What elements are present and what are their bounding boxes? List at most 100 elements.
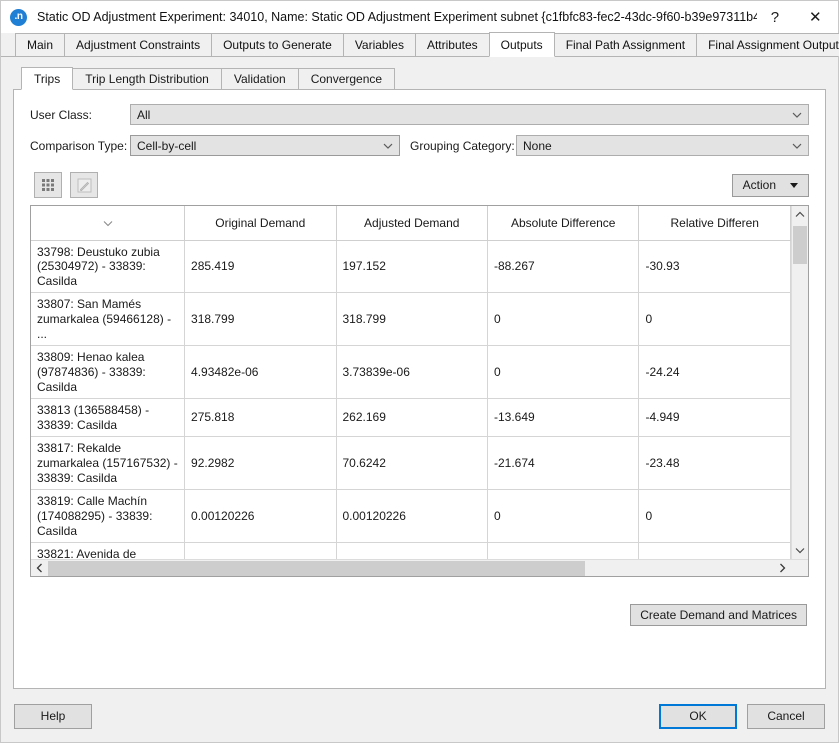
close-icon[interactable]: ✕: [793, 1, 838, 33]
cell-od-pair: 33807: San Mamés zumarkalea (59466128) -…: [31, 293, 185, 346]
table-row[interactable]: 33819: Calle Machín (174088295) - 33839:…: [31, 490, 791, 543]
dialog-footer: Help OK Cancel: [1, 689, 838, 742]
scroll-left-icon[interactable]: [31, 560, 48, 577]
create-demand-and-matrices-button[interactable]: Create Demand and Matrices: [630, 604, 807, 626]
subtab-trips[interactable]: Trips: [21, 67, 73, 90]
cell-relative-difference: -23.48: [639, 437, 791, 490]
od-matrix-table: Original Demand Adjusted Demand Absolute…: [31, 206, 791, 559]
cell-absolute-difference: -13.649: [487, 399, 638, 437]
ok-button[interactable]: OK: [659, 704, 737, 729]
user-class-select[interactable]: All: [130, 104, 809, 125]
cell-original-demand: 318.799: [185, 293, 336, 346]
horizontal-scroll-track[interactable]: [48, 560, 774, 577]
tab-adjustment-constraints[interactable]: Adjustment Constraints: [64, 33, 212, 56]
grid-body-row: Original Demand Adjusted Demand Absolute…: [31, 206, 808, 559]
table-row[interactable]: 33813 (136588458) - 33839: Casilda275.81…: [31, 399, 791, 437]
cell-absolute-difference: -21.674: [487, 437, 638, 490]
cell-relative-difference: -24.24: [639, 346, 791, 399]
grid-viewport: Original Demand Adjusted Demand Absolute…: [31, 206, 791, 559]
tab-final-assignment-outputs[interactable]: Final Assignment Outputs: [696, 33, 839, 56]
tab-outputs[interactable]: Outputs: [489, 32, 555, 57]
vertical-scrollbar[interactable]: [791, 206, 808, 559]
sub-tab-bar: Trips Trip Length Distribution Validatio…: [13, 67, 826, 89]
grouping-category-label: Grouping Category:: [410, 139, 516, 153]
cell-adjusted-demand: 70.6242: [336, 437, 487, 490]
column-header-original-demand[interactable]: Original Demand: [185, 206, 336, 240]
vertical-scroll-thumb[interactable]: [793, 226, 807, 264]
comparison-row: Comparison Type: Cell-by-cell Grouping C…: [30, 135, 809, 156]
grouping-category-select[interactable]: None: [516, 135, 809, 156]
chevron-down-icon: [792, 110, 801, 119]
scroll-up-icon[interactable]: [792, 206, 808, 223]
table-row[interactable]: 33807: San Mamés zumarkalea (59466128) -…: [31, 293, 791, 346]
comparison-type-label: Comparison Type:: [30, 139, 130, 153]
tab-outputs-to-generate[interactable]: Outputs to Generate: [211, 33, 344, 56]
subtab-validation[interactable]: Validation: [221, 68, 299, 89]
column-header-relative-difference[interactable]: Relative Differen: [639, 206, 791, 240]
grid-view-icon[interactable]: [34, 172, 62, 198]
cell-absolute-difference: 0: [487, 346, 638, 399]
dialog-window: .n Static OD Adjustment Experiment: 3401…: [0, 0, 839, 743]
window-title: Static OD Adjustment Experiment: 34010, …: [37, 10, 757, 24]
table-row[interactable]: 33817: Rekalde zumarkalea (157167532) - …: [31, 437, 791, 490]
chevron-down-icon: [103, 216, 113, 223]
cancel-button[interactable]: Cancel: [747, 704, 825, 729]
scrollbar-corner: [791, 560, 808, 577]
tab-variables[interactable]: Variables: [343, 33, 416, 56]
action-button-label: Action: [743, 178, 776, 192]
scroll-down-icon[interactable]: [792, 542, 808, 559]
chevron-down-icon: [792, 141, 801, 150]
cell-adjusted-demand: 0.00120226: [336, 490, 487, 543]
grid-toolbar: Action: [30, 172, 809, 198]
caret-down-icon: [790, 183, 798, 188]
column-header-absolute-difference[interactable]: Absolute Difference: [487, 206, 638, 240]
subtab-trip-length-distribution[interactable]: Trip Length Distribution: [72, 68, 222, 89]
horizontal-scroll-thumb[interactable]: [48, 561, 585, 576]
table-row[interactable]: 33809: Henao kalea (97874836) - 33839: C…: [31, 346, 791, 399]
user-class-row: User Class: All: [30, 104, 809, 125]
cell-od-pair: 33798: Deustuko zubia (25304972) - 33839…: [31, 240, 185, 293]
cell-adjusted-demand: 318.799: [336, 293, 487, 346]
scroll-right-icon[interactable]: [774, 560, 791, 577]
app-n-icon: .n: [10, 9, 27, 26]
help-button[interactable]: Help: [14, 704, 92, 729]
cell-original-demand: 92.2982: [185, 437, 336, 490]
table-header-row: Original Demand Adjusted Demand Absolute…: [31, 206, 791, 240]
cell-adjusted-demand: 3.73839e-06: [336, 346, 487, 399]
column-header-adjusted-demand[interactable]: Adjusted Demand: [336, 206, 487, 240]
table-row[interactable]: 33821: Avenida de Montevideo (228294883)…: [31, 543, 791, 559]
cell-absolute-difference: 0: [487, 490, 638, 543]
action-button[interactable]: Action: [732, 174, 809, 197]
edit-pencil-icon[interactable]: [70, 172, 98, 198]
cell-absolute-difference: 0: [487, 293, 638, 346]
subtab-convergence[interactable]: Convergence: [298, 68, 395, 89]
cell-relative-difference: 0: [639, 490, 791, 543]
trips-table: Original Demand Adjusted Demand Absolute…: [30, 205, 809, 577]
chevron-down-icon: [383, 141, 392, 150]
vertical-scroll-track[interactable]: [792, 223, 808, 542]
cell-original-demand: 0.00120226: [185, 490, 336, 543]
comparison-type-select[interactable]: Cell-by-cell: [130, 135, 400, 156]
help-icon[interactable]: ?: [757, 1, 793, 33]
outputs-page: Trips Trip Length Distribution Validatio…: [1, 57, 838, 689]
cell-od-pair: 33821: Avenida de Montevideo (228294883)…: [31, 543, 185, 559]
column-header-od[interactable]: [31, 206, 185, 240]
horizontal-scrollbar[interactable]: [31, 559, 808, 576]
cell-absolute-difference: -88.267: [487, 240, 638, 293]
tab-main[interactable]: Main: [15, 33, 65, 56]
table-body: 33798: Deustuko zubia (25304972) - 33839…: [31, 240, 791, 559]
table-row[interactable]: 33798: Deustuko zubia (25304972) - 33839…: [31, 240, 791, 293]
cell-od-pair: 33819: Calle Machín (174088295) - 33839:…: [31, 490, 185, 543]
cell-original-demand: 275.818: [185, 399, 336, 437]
cell-od-pair: 33809: Henao kalea (97874836) - 33839: C…: [31, 346, 185, 399]
tab-attributes[interactable]: Attributes: [415, 33, 490, 56]
grouping-category-value: None: [523, 139, 552, 153]
trips-panel: User Class: All Comparison Type: Cell-by…: [13, 89, 826, 689]
tab-final-path-assignment[interactable]: Final Path Assignment: [554, 33, 697, 56]
user-class-value: All: [137, 108, 150, 122]
cell-original-demand: 285.419: [185, 240, 336, 293]
cell-od-pair: 33813 (136588458) - 33839: Casilda: [31, 399, 185, 437]
cell-relative-difference: -30.93: [639, 240, 791, 293]
table-header: Original Demand Adjusted Demand Absolute…: [31, 206, 791, 240]
create-row: Create Demand and Matrices: [30, 604, 809, 626]
